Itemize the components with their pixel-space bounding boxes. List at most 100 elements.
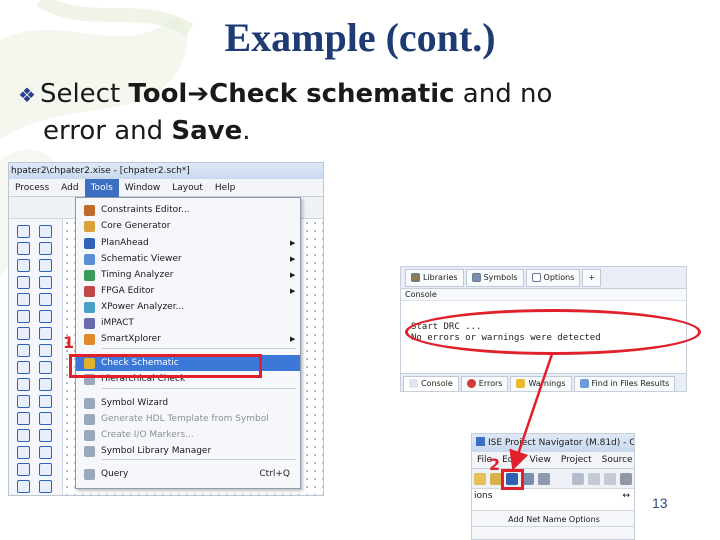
menu-item-smartxplorer[interactable]: SmartXplorer ▶ <box>76 331 300 347</box>
palette-tool-icon[interactable] <box>17 242 30 255</box>
tools-menu: Constraints Editor... Core Generator PlanA… <box>75 197 301 489</box>
nav-menu-source[interactable]: Source <box>597 455 634 465</box>
palette-tool-icon[interactable] <box>17 344 30 357</box>
tab-symbols[interactable]: Symbols <box>465 268 524 287</box>
tab-console[interactable]: Console <box>403 375 459 391</box>
menu-process[interactable]: Process <box>9 179 55 197</box>
palette-tool-icon[interactable] <box>17 327 30 340</box>
palette-tool-icon[interactable] <box>17 225 30 238</box>
tab-warnings[interactable]: Warnings <box>510 375 572 391</box>
palette-tool-icon[interactable] <box>17 361 30 374</box>
palette-tool-icon[interactable] <box>17 446 30 459</box>
palette-tool-icon[interactable] <box>17 463 30 476</box>
navigator-title-bar: ISE Project Navigator (M.81d) - C:\Use <box>472 434 634 452</box>
palette-tool-icon[interactable] <box>39 327 52 340</box>
right-arrow-icon: ➔ <box>187 79 210 109</box>
palette-tool-icon[interactable] <box>39 412 52 425</box>
palette-tool-icon[interactable] <box>17 412 30 425</box>
save-button-highlight <box>501 469 524 490</box>
menu-item-schematic-viewer[interactable]: Schematic Viewer ▶ <box>76 251 300 267</box>
add-tab-icon[interactable]: + <box>582 268 602 287</box>
cut-icon[interactable] <box>572 473 584 485</box>
palette-tool-icon[interactable] <box>17 395 30 408</box>
nav-menu-project[interactable]: Project <box>556 455 597 465</box>
nav-menu-view[interactable]: View <box>525 455 556 465</box>
print-icon[interactable] <box>538 473 550 485</box>
palette-tool-icon[interactable] <box>39 378 52 391</box>
palette-tool-icon[interactable] <box>39 480 52 493</box>
tab-libraries[interactable]: Libraries <box>405 268 464 287</box>
menu-item-fpga-editor[interactable]: FPGA Editor ▶ <box>76 283 300 299</box>
menu-item-label: Schematic Viewer <box>101 254 182 264</box>
menu-item-icon <box>84 220 95 232</box>
menu-item-symbol-library-manager[interactable]: Symbol Library Manager <box>76 443 300 459</box>
open-icon[interactable] <box>474 473 486 485</box>
palette-tool-icon[interactable] <box>39 293 52 306</box>
panel-tabs: Libraries Symbols Options + <box>401 267 686 289</box>
tab-options[interactable]: Options <box>525 268 581 287</box>
tab-label: Symbols <box>483 273 518 282</box>
tab-label: Find in Files Results <box>591 379 670 388</box>
delete-icon[interactable] <box>620 473 632 485</box>
bullet-diamond-icon: ❖ <box>18 83 36 107</box>
menu-item-xpower-analyzer[interactable]: XPower Analyzer... <box>76 299 300 315</box>
palette-tool-icon[interactable] <box>39 310 52 323</box>
palette-tool-icon[interactable] <box>39 225 52 238</box>
copy-icon[interactable] <box>588 473 600 485</box>
submenu-arrow-icon: ▶ <box>290 255 296 263</box>
palette-tool-icon[interactable] <box>17 259 30 272</box>
step-1-label: 1 <box>63 333 75 352</box>
tab-label: Console <box>421 379 453 388</box>
menu-item-shortcut: Ctrl+Q <box>259 469 290 479</box>
palette-tool-icon[interactable] <box>17 310 30 323</box>
palette-tool-icon[interactable] <box>39 395 52 408</box>
palette-tool-icon[interactable] <box>39 463 52 476</box>
menu-item-label: Core Generator <box>101 221 171 231</box>
paste-icon[interactable] <box>604 473 616 485</box>
menu-item-query[interactable]: Query Ctrl+Q <box>76 466 300 482</box>
tab-find-in-files-results[interactable]: Find in Files Results <box>573 375 676 391</box>
menu-separator <box>102 459 296 460</box>
menu-item-impact[interactable]: iMPACT <box>76 315 300 331</box>
menu-item-planahead[interactable]: PlanAhead ▶ <box>76 235 300 251</box>
menu-item-generate-hdl-template-from-symbol[interactable]: Generate HDL Template from Symbol <box>76 411 300 427</box>
menubar: Process Add Tools Window Layout Help <box>9 178 323 197</box>
nav-menu-edit[interactable]: Edit <box>497 455 524 465</box>
menu-item-label: SmartXplorer <box>101 334 161 344</box>
palette-tool-icon[interactable] <box>39 242 52 255</box>
menu-tools[interactable]: Tools <box>84 178 119 197</box>
check-schematic-highlight <box>69 354 262 378</box>
step-2-label: 2 <box>489 455 501 474</box>
menu-item-icon <box>84 397 95 409</box>
project-navigator-screenshot: ISE Project Navigator (M.81d) - C:\Use F… <box>471 433 635 540</box>
palette-tool-icon[interactable] <box>17 293 30 306</box>
palette-tool-icon[interactable] <box>39 276 52 289</box>
bullet-line2-prefix: error and <box>43 116 172 146</box>
palette-tool-icon[interactable] <box>17 429 30 442</box>
menu-item-timing-analyzer[interactable]: Timing Analyzer ▶ <box>76 267 300 283</box>
tab-errors[interactable]: Errors <box>460 375 509 391</box>
palette-tool-icon[interactable] <box>39 361 52 374</box>
menu-add[interactable]: Add <box>55 179 84 197</box>
palette-tool-icon[interactable] <box>17 276 30 289</box>
menu-item-core-generator[interactable]: Core Generator <box>76 218 300 234</box>
menu-layout[interactable]: Layout <box>166 179 209 197</box>
palette-tool-icon[interactable] <box>39 259 52 272</box>
palette-tool-icon[interactable] <box>39 429 52 442</box>
add-net-name-options[interactable]: Add Net Name Options <box>472 513 634 527</box>
submenu-arrow-icon: ▶ <box>290 287 296 295</box>
palette-tool-icon[interactable] <box>39 446 52 459</box>
palette-tool-icon[interactable] <box>17 378 30 391</box>
menu-item-constraints-editor[interactable]: Constraints Editor... <box>76 202 300 218</box>
menu-item-symbol-wizard[interactable]: Symbol Wizard <box>76 395 300 411</box>
tab-label: Libraries <box>423 273 458 282</box>
menu-item-create-i-o-markers[interactable]: Create I/O Markers... <box>76 427 300 443</box>
menu-item-icon <box>84 269 95 281</box>
submenu-arrow-icon: ▶ <box>290 239 296 247</box>
palette-tool-icon[interactable] <box>39 344 52 357</box>
double-arrow-icon[interactable]: ↔ <box>622 489 630 503</box>
menu-window[interactable]: Window <box>119 179 167 197</box>
menu-help[interactable]: Help <box>209 179 242 197</box>
submenu-arrow-icon: ▶ <box>290 335 296 343</box>
palette-tool-icon[interactable] <box>17 480 30 493</box>
